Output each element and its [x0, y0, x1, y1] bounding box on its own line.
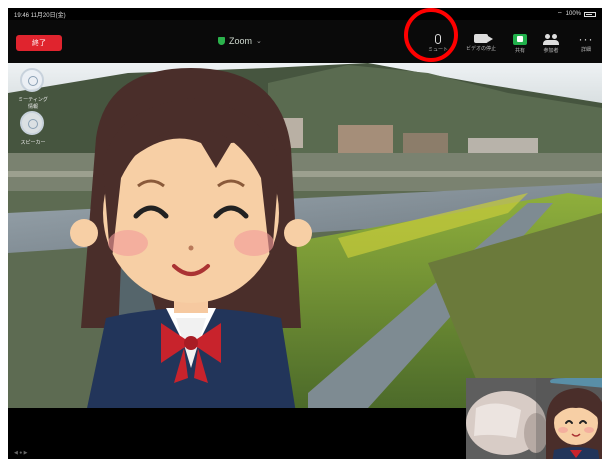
more-label: 詳細 [580, 47, 591, 53]
status-date-text: 11月20日(金) [30, 12, 66, 19]
battery-percent: 100% [565, 11, 581, 17]
stop-video-button[interactable]: ビデオの停止 [461, 34, 501, 60]
meeting-info-button[interactable] [20, 68, 44, 92]
status-time: 19:46 11月20日(金) [14, 10, 66, 19]
more-icon: ··· [578, 32, 594, 46]
mute-highlight-circle [404, 8, 458, 62]
leave-meeting-button[interactable]: 終了 [16, 35, 62, 51]
shield-icon [218, 37, 225, 45]
stop-video-label: ビデオの停止 [465, 46, 496, 52]
more-button[interactable]: ··· 詳細 [566, 32, 602, 60]
status-indicators: ⌔ 100% [557, 10, 596, 18]
speaker-label: スピーカー [20, 140, 46, 146]
participants-icon [543, 34, 559, 45]
self-view-thumbnail[interactable] [466, 378, 602, 459]
battery-icon [584, 11, 596, 17]
schoolgirl-avatar-illustration [70, 68, 312, 413]
meeting-title-dropdown[interactable]: Zoom ⌄ [218, 36, 262, 46]
self-view-video [466, 378, 602, 459]
participants-button[interactable]: 参加者 [531, 34, 571, 60]
speaker-button[interactable] [20, 111, 44, 135]
video-camera-icon [474, 34, 493, 43]
share-screen-icon [513, 34, 527, 45]
wifi-icon: ⌔ [557, 12, 563, 18]
meeting-info-label: ミーティング情報 [18, 97, 48, 110]
bottom-indicator: ◀ ● ▶ [14, 450, 28, 456]
ios-status-bar: 19:46 11月20日(金) ⌔ 100% [8, 8, 602, 20]
chevron-down-icon: ⌄ [256, 38, 262, 45]
meeting-top-bar: 終了 Zoom ⌄ ミュート ビデオの停止 共有 参加者 ··· 詳細 [8, 20, 602, 63]
zoom-meeting-screen: 19:46 11月20日(金) ⌔ 100% 終了 Zoom ⌄ ミュート ビデ… [8, 8, 602, 459]
status-time-text: 19:46 [14, 12, 30, 19]
share-label: 共有 [514, 48, 525, 54]
participants-label: 参加者 [543, 48, 559, 54]
meeting-title-text: Zoom [229, 36, 253, 46]
